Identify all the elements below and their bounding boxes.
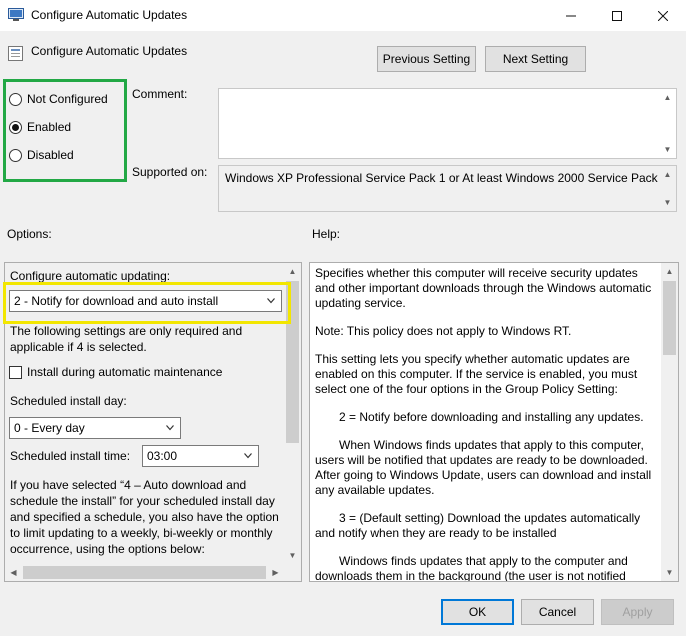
ok-button[interactable]: OK xyxy=(441,599,514,625)
radio-label: Disabled xyxy=(27,148,74,162)
scroll-down-icon[interactable]: ▼ xyxy=(659,141,676,158)
scroll-thumb[interactable] xyxy=(663,281,676,355)
comment-label: Comment: xyxy=(132,87,188,101)
install-day-label: Scheduled install day: xyxy=(10,394,127,408)
supported-scrollbar[interactable]: ▲ ▼ xyxy=(659,166,676,211)
scroll-down-icon[interactable]: ▼ xyxy=(659,194,676,211)
radio-label: Not Configured xyxy=(27,92,108,106)
close-icon xyxy=(658,10,668,21)
install-time-label: Scheduled install time: xyxy=(10,449,131,463)
help-paragraph: When Windows finds updates that apply to… xyxy=(315,438,652,497)
select-value: 0 - Every day xyxy=(14,421,85,435)
help-vertical-scrollbar[interactable]: ▲ ▼ xyxy=(661,263,678,581)
maximize-button[interactable] xyxy=(594,0,640,31)
radio-not-configured[interactable]: Not Configured xyxy=(9,92,108,106)
chevron-down-icon xyxy=(166,425,174,431)
configure-highlight xyxy=(3,282,291,324)
help-paragraph: Windows finds updates that apply to the … xyxy=(315,554,628,582)
scroll-up-icon[interactable]: ▲ xyxy=(661,263,678,280)
window-title: Configure Automatic Updates xyxy=(31,8,188,22)
supported-label: Supported on: xyxy=(132,165,208,179)
help-paragraph: This setting lets you specify whether au… xyxy=(315,352,638,396)
scroll-down-icon[interactable]: ▼ xyxy=(661,564,678,581)
help-paragraph: Specifies whether this computer will rec… xyxy=(315,266,652,310)
previous-setting-button[interactable]: Previous Setting xyxy=(377,46,476,72)
minimize-button[interactable] xyxy=(548,0,594,31)
policy-editor-icon xyxy=(8,8,24,21)
setting-name: Configure Automatic Updates xyxy=(31,44,188,58)
install-day-select[interactable]: 0 - Every day xyxy=(9,417,181,439)
radio-button[interactable] xyxy=(9,148,22,162)
help-label: Help: xyxy=(312,227,341,241)
help-paragraph: Note: This policy does not apply to Wind… xyxy=(315,324,572,338)
install-time-select[interactable]: 03:00 xyxy=(142,445,259,467)
cancel-button[interactable]: Cancel xyxy=(521,599,594,625)
minimize-icon xyxy=(566,15,576,16)
setting-icon xyxy=(8,46,23,61)
scroll-up-icon[interactable]: ▲ xyxy=(659,89,676,106)
scroll-thumb[interactable] xyxy=(23,566,266,579)
comment-field[interactable]: ▲ ▼ xyxy=(218,88,677,159)
radio-enabled[interactable]: Enabled xyxy=(9,120,71,134)
scroll-up-icon[interactable]: ▲ xyxy=(659,166,676,183)
radio-button[interactable] xyxy=(9,92,22,106)
scroll-down-icon[interactable]: ▼ xyxy=(284,547,301,564)
title-bar: Configure Automatic Updates xyxy=(0,0,686,31)
scroll-right-icon[interactable]: ▶ xyxy=(267,564,284,581)
install-maintenance-label: Install during automatic maintenance xyxy=(27,365,223,379)
help-paragraph: 3 = (Default setting) Download the updat… xyxy=(315,511,641,540)
help-panel: Specifies whether this computer will rec… xyxy=(309,262,679,582)
apply-button[interactable]: Apply xyxy=(601,599,674,625)
help-text: Specifies whether this computer will rec… xyxy=(315,266,660,582)
chevron-down-icon xyxy=(244,453,252,459)
schedule-note: If you have selected “4 – Auto download … xyxy=(10,478,279,556)
comment-scrollbar[interactable]: ▲ ▼ xyxy=(659,89,676,158)
supported-value: Windows XP Professional Service Pack 1 o… xyxy=(225,171,668,185)
radio-disabled[interactable]: Disabled xyxy=(9,148,74,162)
scroll-up-icon[interactable]: ▲ xyxy=(284,263,301,280)
supported-field: Windows XP Professional Service Pack 1 o… xyxy=(218,165,677,212)
settings-note: The following settings are only required… xyxy=(10,324,243,354)
next-setting-button[interactable]: Next Setting xyxy=(485,46,586,72)
help-paragraph: 2 = Notify before downloading and instal… xyxy=(339,410,644,424)
install-maintenance-checkbox[interactable] xyxy=(9,365,22,379)
scroll-left-icon[interactable]: ◀ xyxy=(5,564,22,581)
close-button[interactable] xyxy=(640,0,686,31)
maximize-icon xyxy=(612,10,622,21)
install-maintenance-row[interactable]: Install during automatic maintenance xyxy=(9,365,222,379)
select-value: 03:00 xyxy=(147,449,178,463)
radio-label: Enabled xyxy=(27,120,72,134)
radio-button[interactable] xyxy=(9,120,22,134)
options-label: Options: xyxy=(7,227,52,241)
options-horizontal-scrollbar[interactable]: ◀ ▶ xyxy=(5,564,284,581)
